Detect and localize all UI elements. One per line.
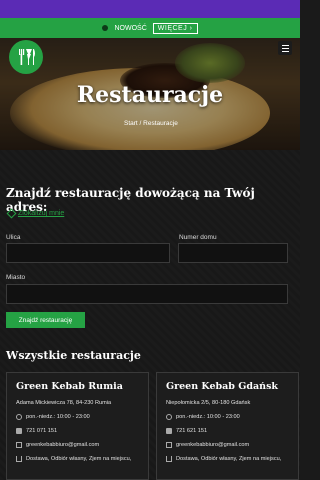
address-text: Adama Mickiewicza 78, 84-230 Rumia [16,400,112,406]
mail-icon [166,442,172,448]
breadcrumb-separator: / [139,120,142,127]
hours-text: pon.-niedz.: 10:00 - 23:00 [176,414,240,420]
phone-icon [16,428,22,434]
house-number-label: Numer domu [179,234,217,241]
hamburger-line [281,50,289,52]
news-banner: NOWOŚĆ WIĘCEJ › [0,18,300,38]
breadcrumb-current: Restauracje [143,120,178,127]
restaurant-email[interactable]: greenkebabbiuro@gmail.com [16,442,139,448]
breadcrumb: Start / Restauracje [124,120,178,127]
restaurant-email[interactable]: greenkebabbiuro@gmail.com [166,442,289,448]
restaurant-name[interactable]: Green Kebab Rumia [16,381,139,392]
hero-banner: Restauracje Start / Restauracje [0,38,300,150]
mail-icon [16,442,22,448]
email-text[interactable]: greenkebabbiuro@gmail.com [26,442,99,448]
delivery-text: Dostawa, Odbiór własny, Zjem na miejscu, [26,456,132,462]
restaurant-delivery: Dostawa, Odbiór własny, Zjem na miejscu, [16,456,139,462]
restaurant-name[interactable]: Green Kebab Gdańsk [166,381,289,392]
locate-me-link[interactable]: Zlokalizuj mnie [6,208,65,219]
phone-icon [166,428,172,434]
breadcrumb-home[interactable]: Start [124,120,138,127]
kebab-fork-knife-icon [19,49,35,65]
all-restaurants-heading: Wszystkie restauracje [6,349,141,362]
news-badge: NOWOŚĆ [114,24,147,32]
location-pin-icon [6,208,17,219]
restaurant-address: Niepołomicka 2/5, 80-180 Gdańsk [166,400,289,406]
hamburger-line [281,47,289,49]
brand-logo[interactable] [9,40,43,74]
delivery-text: Dostawa, Odbiór własny, Zjem na miejscu, [176,456,282,462]
find-restaurant-button[interactable]: Znajdź restaurację [6,312,85,328]
clock-icon [166,414,172,420]
address-text: Niepołomicka 2/5, 80-180 Gdańsk [166,400,251,406]
street-label: Ulica [6,234,21,241]
more-button[interactable]: WIĘCEJ › [152,22,198,34]
restaurant-delivery: Dostawa, Odbiór własny, Zjem na miejscu, [166,456,289,462]
restaurant-card[interactable]: Green Kebab Gdańsk Niepołomicka 2/5, 80-… [156,372,299,480]
restaurant-card[interactable]: Green Kebab Rumia Adama Mickiewicza 78, … [6,372,149,480]
house-number-input[interactable] [178,243,288,263]
hamburger-icon [281,44,289,46]
email-text[interactable]: greenkebabbiuro@gmail.com [176,442,249,448]
restaurant-hours: pon.-niedz.: 10:00 - 23:00 [166,414,289,420]
restaurant-phone[interactable]: 721 071 151 [16,428,139,434]
page-title: Restauracje [76,82,224,108]
city-label: Miasto [6,274,26,281]
phone-text[interactable]: 721 071 151 [26,428,57,434]
cart-icon [166,456,172,462]
street-input[interactable] [6,243,170,263]
top-status-bar [0,0,300,18]
city-input[interactable] [6,284,288,304]
locate-me-label: Zlokalizuj mnie [18,210,65,217]
restaurant-hours: pon.-niedz.: 10:00 - 23:00 [16,414,139,420]
restaurant-phone[interactable]: 721 621 151 [166,428,289,434]
hours-text: pon.-niedz.: 10:00 - 23:00 [26,414,90,420]
phone-text[interactable]: 721 621 151 [176,428,207,434]
hamburger-menu-button[interactable] [278,41,292,55]
clock-icon [16,414,22,420]
restaurant-address: Adama Mickiewicza 78, 84-230 Rumia [16,400,139,406]
news-icon [102,25,109,31]
cart-icon [16,456,22,462]
